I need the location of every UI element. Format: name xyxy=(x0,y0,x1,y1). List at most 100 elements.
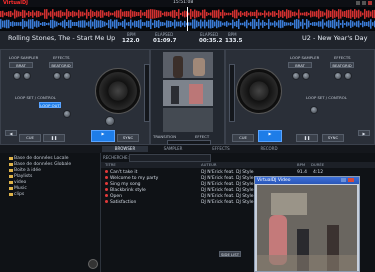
deck-left-turntable[interactable] xyxy=(95,68,141,114)
deck-left-pause-button[interactable]: ❚❚ xyxy=(43,134,65,142)
table-row[interactable]: Can't take it xyxy=(105,170,137,175)
deck-right-sampler-select[interactable]: BRAT xyxy=(288,62,312,68)
search-input[interactable] xyxy=(129,154,211,162)
folder-tree[interactable]: Base de données Locale Base de données G… xyxy=(0,153,101,272)
table-row[interactable]: Welcome to my party xyxy=(105,176,158,181)
mixer: TRANSITION EFFECT xyxy=(150,49,225,145)
deck-right-sampler-knob-2[interactable] xyxy=(302,72,310,80)
deck-right-loop-sampler-label: LOOP SAMPLER xyxy=(290,55,320,60)
deck-left-play-button[interactable]: ▶ xyxy=(91,130,115,142)
video-frame xyxy=(257,185,357,271)
deck-left-sampler-select[interactable]: BRAT xyxy=(9,62,33,68)
deck-left-bpm-label: BPM xyxy=(127,32,136,37)
deck-left-elapsed-label: ELAPSED xyxy=(155,32,174,37)
table-row[interactable]: Sing my song xyxy=(105,182,141,187)
tree-item[interactable]: Playlists xyxy=(14,174,32,179)
video-window[interactable]: VirtualDJ Video xyxy=(254,176,360,272)
deck-right-sync-button[interactable]: SYNC xyxy=(322,134,344,142)
deck-right-bpm-label: BPM xyxy=(228,32,237,37)
deck-left-loop-knob[interactable] xyxy=(63,110,71,118)
deck-right-effect-knob-2[interactable] xyxy=(344,72,352,80)
deck-right-loop-knob[interactable] xyxy=(310,106,318,114)
deck-left-bpm: 122.0 xyxy=(122,38,140,44)
deck-right-pause-button[interactable]: ❚❚ xyxy=(296,134,318,142)
deck-right-sampler-knob-1[interactable] xyxy=(292,72,300,80)
deck-left-effect-knob-1[interactable] xyxy=(53,72,61,80)
clock: 15:51:08 xyxy=(173,0,194,5)
tree-item[interactable]: Base de données Locale xyxy=(14,156,69,161)
file-author: DJ N'Erick feat. DJ Style xyxy=(201,200,254,205)
deck-right-play-button[interactable]: ▶ xyxy=(258,130,282,142)
tab-record[interactable]: RECORD xyxy=(246,146,292,152)
file-author: DJ N'Erick feat. DJ Style xyxy=(201,188,254,193)
deck-left-cue-button[interactable]: CUE xyxy=(19,134,41,142)
video-preview-right xyxy=(163,80,213,106)
tree-item[interactable]: Music xyxy=(14,186,27,191)
deck-right-elapsed: 00:35.2 xyxy=(199,38,223,44)
minimize-icon[interactable] xyxy=(341,178,346,182)
table-row[interactable]: Blackbrink style xyxy=(105,188,146,193)
tab-browser[interactable]: BROWSER xyxy=(102,146,148,152)
column-bpm[interactable]: BPM xyxy=(297,162,305,167)
deck-right-next-button[interactable]: ▶ xyxy=(358,130,370,136)
deck-left-gain-knob[interactable] xyxy=(105,116,115,126)
folder-icon xyxy=(9,181,13,184)
deck-left-loop-sampler-label: LOOP SAMPLER xyxy=(9,55,39,60)
tab-effects[interactable]: EFFECTS xyxy=(198,146,244,152)
folder-icon xyxy=(9,163,13,166)
deck-right-loop-set-label: LOOP SET / CONTROL xyxy=(306,95,347,100)
search-label: RECHERCHE: xyxy=(103,155,129,160)
tree-item[interactable]: Boite à idée xyxy=(14,168,41,173)
file-title: Sing my song xyxy=(110,182,141,187)
column-author[interactable]: AUTEUR xyxy=(201,162,217,167)
deck-left-effects-label: EFFECTS xyxy=(53,55,70,60)
deck-right-cue-button[interactable]: CUE xyxy=(232,134,254,142)
deck-left-title: Rolling Stones, The - Start Me Up xyxy=(8,34,116,42)
waveform-center-line xyxy=(187,7,188,31)
add-folder-icon[interactable] xyxy=(88,259,98,269)
close-icon[interactable] xyxy=(368,1,372,5)
video-window-titlebar[interactable]: VirtualDJ Video xyxy=(255,177,359,184)
deck-right-turntable[interactable] xyxy=(236,68,282,114)
deck-left-loop-out-button[interactable]: LOOP OUT xyxy=(39,102,61,108)
minimize-icon[interactable] xyxy=(356,1,360,5)
deck-right-effect-select[interactable]: BEATGRID xyxy=(330,62,354,68)
file-length: 4:12 xyxy=(313,170,324,175)
deck-left-sampler-knob-2[interactable] xyxy=(23,72,31,80)
column-length[interactable]: DURÉE xyxy=(311,162,324,167)
column-title[interactable]: TITRE xyxy=(105,162,116,167)
side-list-button[interactable]: SIDE LIST xyxy=(219,251,241,257)
deck-right-effect-knob-1[interactable] xyxy=(334,72,342,80)
close-icon[interactable] xyxy=(348,178,354,182)
file-title: Can't take it xyxy=(110,170,138,175)
deck-left-effect-knob-2[interactable] xyxy=(63,72,71,80)
deck-right-elapsed-label: ELAPSED xyxy=(200,32,219,37)
file-title: Welcome to my party xyxy=(110,176,159,181)
deck-right-title: U2 - New Year's Day xyxy=(302,34,368,42)
file-author: DJ N'Erick feat. DJ Style xyxy=(201,176,254,181)
file-bpm: 91.4 xyxy=(297,170,308,175)
deck-right-pitch-slider[interactable] xyxy=(229,64,235,122)
tree-item[interactable]: clips xyxy=(14,192,24,197)
file-author: DJ N'Erick feat. DJ Style xyxy=(201,170,254,175)
deck-left-prev-button[interactable]: ◀ xyxy=(5,130,17,136)
waveform-display[interactable] xyxy=(0,7,375,31)
app-logo: VirtualDJ xyxy=(3,0,29,6)
tab-sampler[interactable]: SAMPLER xyxy=(150,146,196,152)
file-icon xyxy=(105,194,108,197)
transition-label: TRANSITION xyxy=(153,134,177,139)
file-author: DJ N'Erick feat. DJ Style xyxy=(201,194,254,199)
tree-item[interactable]: video xyxy=(14,180,26,185)
table-row[interactable]: Open xyxy=(105,194,122,199)
deck-right-effects-label: EFFECTS xyxy=(334,55,351,60)
tree-item[interactable]: Base de données Globale xyxy=(14,162,71,167)
deck-left-sync-button[interactable]: SYNC xyxy=(117,134,139,142)
file-title: Blackbrink style xyxy=(110,188,146,193)
deck-left-elapsed: 01:09.7 xyxy=(153,38,177,44)
folder-icon xyxy=(9,169,13,172)
window-controls[interactable] xyxy=(356,0,374,6)
deck-left-effect-select[interactable]: BEATGRID xyxy=(49,62,73,68)
deck-left-sampler-knob-1[interactable] xyxy=(13,72,21,80)
maximize-icon[interactable] xyxy=(362,1,366,5)
table-row[interactable]: Satisfaction xyxy=(105,200,136,205)
